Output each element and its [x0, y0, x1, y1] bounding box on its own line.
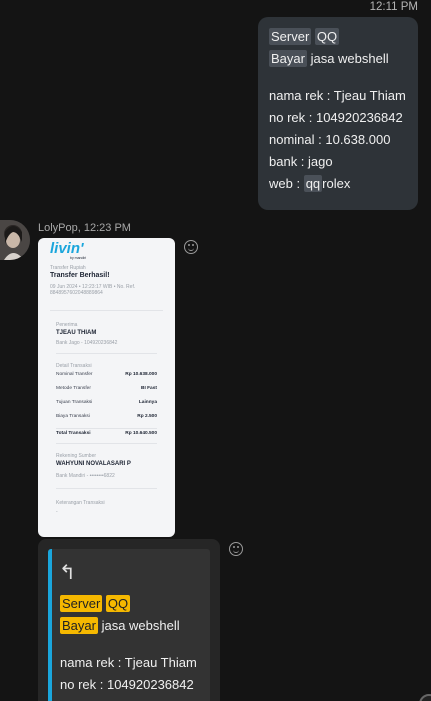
notes-label: Keterangan Transaksi	[56, 500, 105, 506]
detail-value: BI Fast	[141, 386, 157, 391]
detail-key: Tujuan Transaksi	[56, 400, 93, 405]
message-line: nama rek : Tjeau Thiam	[60, 652, 210, 674]
source-bank: Bank Mandiri - ••••••••6822	[56, 473, 115, 479]
message-text: no rek : 104920236842	[60, 677, 194, 692]
receipt-divider	[56, 443, 157, 444]
notes-value: -	[56, 509, 58, 515]
message-line: no rek : 104920236842	[269, 107, 408, 129]
transfer-receipt-image[interactable]: livin' by mandiri Transfer Rupiah Transf…	[38, 238, 175, 537]
receipt-detail-row: Metode Transfer BI Fast	[38, 386, 175, 395]
outgoing-message-bubble[interactable]: Server QQ Bayar jasa webshell nama rek : T…	[258, 17, 418, 210]
detail-label: Detail Transaksi	[56, 363, 92, 369]
recipient-bank: Bank Jago - 104920236842	[56, 340, 118, 346]
detail-key: Nominal Transfer	[56, 372, 93, 377]
recipient-label: Penerima	[56, 322, 78, 328]
sender-name-time: LolyPop, 12:23 PM	[38, 222, 131, 234]
quoted-message[interactable]: ↰ Server QQ Bayar jasa webshell nama rek :…	[48, 549, 210, 701]
avatar[interactable]	[0, 220, 30, 260]
message-line: Bayar jasa webshell	[269, 48, 408, 70]
message-text: nama rek : Tjeau Thiam	[60, 655, 197, 670]
receipt-divider	[56, 488, 157, 489]
receipt-detail-row: Tujuan Transaksi Lainnya	[38, 400, 175, 409]
highlighted-text: QQ	[105, 595, 131, 612]
source-name: WAHYUNI NOVALASARI P	[56, 461, 131, 467]
detail-value: Lainnya	[138, 400, 157, 405]
receipt-detail-row: Biaya Transaksi Rp 2.500	[38, 414, 175, 423]
receipt-title: Transfer Berhasil!	[50, 272, 110, 279]
message-line: Bayar jasa webshell	[60, 615, 210, 637]
smiley-reaction-icon[interactable]	[229, 542, 243, 556]
message-text: bank : jago	[269, 154, 333, 169]
receipt-divider	[50, 310, 163, 311]
detail-value: Rp 10.638.000	[125, 372, 157, 377]
message-text: rolex	[322, 176, 351, 191]
source-label: Rekening Sumber	[56, 453, 97, 459]
detail-key: Biaya Transaksi	[56, 414, 90, 419]
outgoing-timestamp: 12:11 PM	[369, 1, 418, 13]
receipt-total-row: Total Transaksi Rp 10.640.500	[38, 431, 175, 440]
receipt-divider	[56, 428, 157, 429]
receipt-ref: 8848957602048889864	[50, 290, 103, 296]
reply-message-bubble[interactable]: ↰ Server QQ Bayar jasa webshell nama rek :…	[38, 539, 220, 701]
scroll-down-icon[interactable]	[419, 694, 431, 701]
message-text: web :	[269, 176, 304, 191]
message-line: bank : jago	[269, 151, 408, 173]
message-line: web : qq rolex	[269, 173, 408, 195]
message-text: nominal : 10.638.000	[269, 132, 391, 147]
highlighted-text: qq	[303, 175, 323, 192]
total-key: Total Transaksi	[56, 431, 91, 436]
message-text: nama rek : Tjeau Thiam	[269, 88, 406, 103]
total-value: Rp 10.640.500	[125, 431, 157, 436]
message-line: nama rek : Tjeau Thiam	[269, 85, 408, 107]
message-text: no rek : 104920236842	[269, 110, 403, 125]
highlighted-text: Bayar	[60, 617, 98, 634]
avatar-photo	[0, 220, 30, 260]
receipt-divider	[56, 353, 157, 354]
bank-logo: livin'	[50, 240, 84, 257]
message-text: jasa webshell	[97, 618, 180, 633]
smiley-reaction-icon[interactable]	[184, 240, 198, 254]
receipt-section: Transfer Rupiah	[50, 265, 86, 271]
reply-arrow-icon: ↰	[59, 562, 76, 584]
detail-value: Rp 2.500	[137, 414, 157, 419]
receipt-detail-row: Nominal Transfer Rp 10.638.000	[38, 372, 175, 381]
message-line: Server QQ	[60, 593, 210, 615]
message-line: Server QQ	[269, 26, 408, 48]
message-line: nominal : 10.638.000	[269, 129, 408, 151]
message-line: no rek : 104920236842	[60, 674, 210, 696]
recipient-name: TJEAU THIAM	[56, 330, 97, 336]
bank-logo-sub: by mandiri	[70, 256, 87, 260]
message-text: jasa webshell	[306, 51, 389, 66]
detail-key: Metode Transfer	[56, 386, 91, 391]
highlighted-text: Server	[60, 595, 103, 612]
highlighted-text: Bayar	[269, 50, 307, 67]
highlighted-text: QQ	[314, 28, 340, 45]
highlighted-text: Server	[269, 28, 312, 45]
